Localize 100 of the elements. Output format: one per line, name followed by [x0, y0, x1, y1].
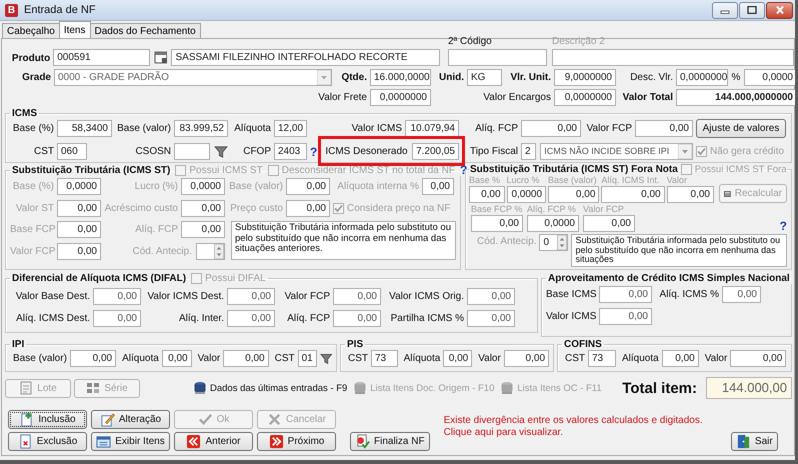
input-field[interactable]: 144.000,0000000: [676, 89, 795, 106]
field-label: Preço custo: [229, 202, 283, 216]
input-field[interactable]: 0,00: [469, 186, 505, 203]
maximize-button[interactable]: [739, 2, 765, 18]
input-field[interactable]: 9,0000000: [554, 69, 616, 86]
input-field[interactable]: 0,00: [227, 288, 275, 305]
input-field[interactable]: 0,00: [635, 120, 693, 137]
group-title: Aproveitamento de Crédito ICMS Simples Nacional: [548, 273, 790, 284]
input-field[interactable]: 0,00: [70, 350, 116, 367]
close-button[interactable]: [766, 2, 793, 18]
field-label: CFOP: [242, 145, 271, 159]
input-field[interactable]: 0,00: [599, 308, 652, 325]
group-title: Substituição Tributária (ICMS ST) Fora Nota: [470, 164, 678, 175]
input-field[interactable]: 12,00: [274, 120, 307, 137]
field-label: Qtde.: [340, 71, 367, 85]
input-field[interactable]: 01: [298, 350, 317, 367]
field-label: Valor FCP: [10, 245, 54, 259]
input-field[interactable]: 0,00: [599, 286, 652, 303]
field-label: Valor Frete: [317, 91, 367, 105]
combo-box[interactable]: 0000 - GRADE PADRÃO: [54, 69, 332, 86]
action-button[interactable]: Exibir Itens: [91, 432, 170, 451]
action-button[interactable]: Próximo: [257, 432, 336, 451]
funnel-icon[interactable]: [320, 352, 332, 366]
input-field[interactable]: 0,00: [443, 350, 472, 367]
input-field[interactable]: 2: [521, 143, 536, 160]
field-label: Desc. Vlr.: [629, 71, 673, 85]
checkbox-label: Não gera crédito: [710, 146, 784, 157]
field-label: Acréscimo custo: [104, 202, 178, 216]
input-field[interactable]: 0,00: [471, 215, 523, 232]
field-label: Base FCP: [10, 223, 54, 237]
field-label: Base (valor): [228, 180, 283, 194]
input-field[interactable]: 0,0000: [506, 186, 546, 203]
field-label: ICMS Desonerado: [325, 145, 408, 159]
input-field[interactable]: 16.000,0000: [370, 69, 431, 86]
input-field[interactable]: 0,00: [730, 350, 786, 367]
input-field[interactable]: 73: [588, 350, 616, 367]
input-field[interactable]: [174, 143, 210, 160]
help-icon[interactable]: ?: [310, 146, 318, 158]
input-field[interactable]: 0,00: [162, 350, 192, 367]
field-label: Partilha ICMS %: [390, 312, 464, 326]
memo-field[interactable]: Substituição Tributária informada pelo substituto ou pelo substituído que não incorra em nenhuma das situações: [571, 234, 787, 266]
tab[interactable]: Dados do Fechamento: [90, 23, 201, 38]
input-field[interactable]: 0,00: [93, 288, 141, 305]
input-field[interactable]: 000591: [53, 49, 150, 66]
input-field[interactable]: 0,00: [93, 310, 141, 327]
input-field[interactable]: 0,00: [601, 186, 665, 203]
input-field[interactable]: 0,00: [223, 350, 269, 367]
input-field[interactable]: 0,0000000: [370, 89, 431, 106]
input-field[interactable]: 0,0000000: [554, 89, 616, 106]
action-button[interactable]: Alteração: [91, 410, 170, 429]
input-field[interactable]: [448, 49, 547, 66]
input-field[interactable]: 0,00: [467, 288, 515, 305]
input-field[interactable]: 7.200,05: [412, 143, 459, 160]
cross-icon: [266, 412, 282, 427]
input-field[interactable]: 0,0000000: [676, 69, 728, 86]
finalize-button[interactable]: Finaliza NF: [350, 432, 430, 451]
input-field[interactable]: 0,00: [467, 310, 515, 327]
input-field[interactable]: 58,3400: [57, 120, 112, 137]
shortcut-link[interactable]: Dados das últimas entradas - F9: [193, 381, 348, 395]
input-field[interactable]: 0,00: [666, 186, 714, 203]
list-window-icon: [96, 434, 112, 449]
minimize-button[interactable]: [712, 2, 738, 18]
field-label: Descrição 2: [552, 35, 606, 49]
warning-message[interactable]: Existe divergência entre os valores calculados e digitados.: [444, 414, 703, 426]
input-field[interactable]: 0,00: [333, 288, 381, 305]
input-field[interactable]: 73: [371, 350, 398, 367]
input-field[interactable]: 0,00: [504, 350, 550, 367]
action-button[interactable]: Exclusão: [8, 432, 87, 451]
warning-message[interactable]: Clique aqui para visualizar.: [444, 426, 703, 438]
field-label: Alíq. ICMS Dest.: [15, 312, 90, 326]
input-field[interactable]: 2403: [274, 143, 307, 160]
tab[interactable]: Cabeçalho: [2, 23, 60, 38]
spin-arrows-icon: [214, 244, 224, 259]
input-field[interactable]: 060: [57, 143, 87, 160]
input-field[interactable]: KG: [467, 69, 502, 86]
input-field[interactable]: 10.079,94: [405, 120, 459, 137]
spin-field[interactable]: 0: [539, 234, 568, 251]
input-field[interactable]: 0,0000: [527, 215, 579, 232]
exit-button[interactable]: Sair: [730, 432, 778, 451]
input-field[interactable]: SASSAMI FILEZINHO INTERFOLHADO RECORTE: [171, 49, 440, 66]
funnel-icon[interactable]: [214, 144, 228, 158]
adjust-values-button[interactable]: Ajuste de valores: [696, 119, 786, 138]
help-icon[interactable]: ?: [780, 220, 787, 232]
action-button[interactable]: Inclusão: [8, 410, 87, 429]
input-field[interactable]: 0,00: [662, 350, 699, 367]
input-field[interactable]: 0,00: [548, 186, 600, 203]
input-field[interactable]: 0,00: [227, 310, 275, 327]
input-field[interactable]: 0,0000: [744, 69, 795, 86]
input-field[interactable]: 83.999,52: [174, 120, 228, 137]
input-field[interactable]: 0,00: [722, 286, 761, 303]
field-label: Alíq. FCP: [286, 312, 330, 326]
checkbox-label: Considera preço na NF: [347, 203, 450, 214]
action-button[interactable]: Anterior: [174, 432, 253, 451]
tab[interactable]: Itens: [58, 21, 90, 38]
input-field[interactable]: 0,00: [583, 215, 635, 232]
input-field[interactable]: [552, 49, 794, 66]
input-field[interactable]: 0,00: [521, 120, 581, 137]
combo-box[interactable]: ICMS NÃO INCIDE SOBRE IPI: [540, 143, 693, 160]
field-label: Valor FCP: [586, 122, 632, 136]
input-field[interactable]: 0,00: [333, 310, 381, 327]
